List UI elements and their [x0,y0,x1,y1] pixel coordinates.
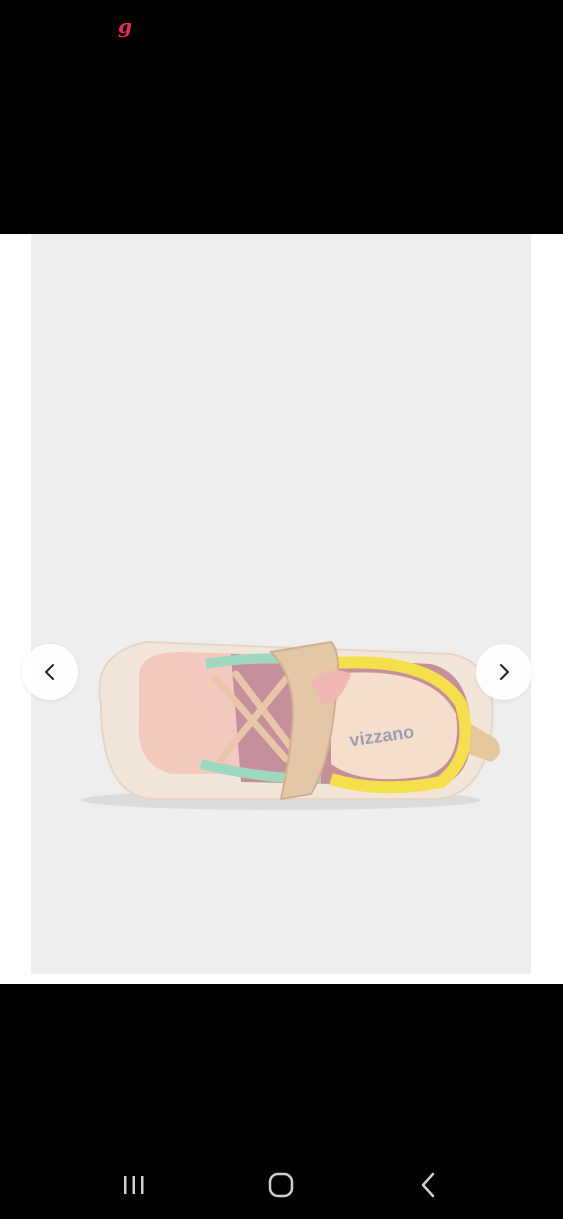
sneaker-illustration: vizzano [81,640,500,810]
app-notification-icon: g [118,14,132,38]
next-image-button[interactable] [476,644,532,700]
chevron-right-icon [500,664,509,680]
back-icon [421,1172,435,1197]
home-icon [269,1172,294,1197]
home-button[interactable] [251,1160,311,1210]
previous-image-button[interactable] [22,644,78,700]
product-image[interactable]: vizzano [31,234,531,974]
recents-icon [123,1175,144,1194]
back-button[interactable] [399,1160,459,1210]
image-viewer[interactable]: vizzano [0,234,563,984]
recents-button[interactable] [104,1160,164,1210]
system-navigation-bar [0,1150,563,1219]
chevron-left-icon [45,664,54,680]
